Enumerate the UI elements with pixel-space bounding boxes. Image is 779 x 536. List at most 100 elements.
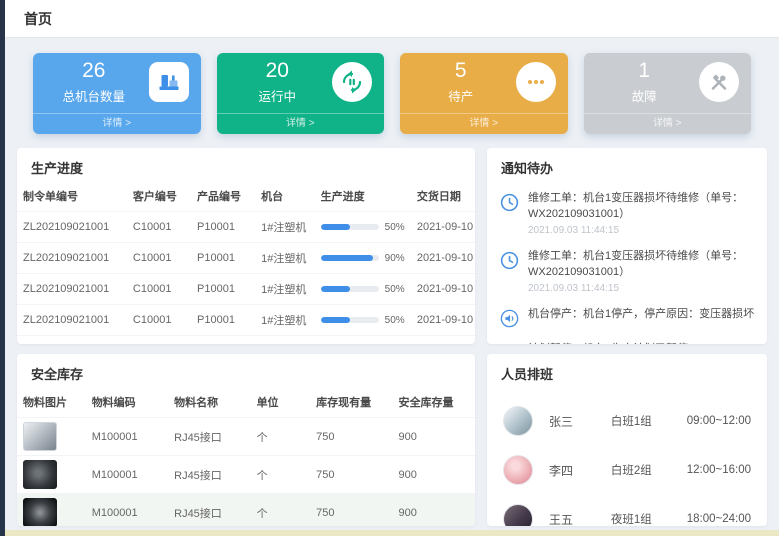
panel-production-progress: 生产进度 制令单编号 客户编号 产品编号 机台 生产进度 交货日期 ZL2021… xyxy=(17,148,475,344)
stat-card-standby[interactable]: 5 待产 详情 > xyxy=(400,53,568,134)
cell-customer-no: C10001 xyxy=(127,243,191,274)
table-row: ZL202109021001 C10001 P10001 1#注塑机 90% 2… xyxy=(17,243,475,274)
stat-value: 1 xyxy=(590,59,700,82)
material-photo xyxy=(23,498,57,526)
stat-value: 5 xyxy=(406,59,516,82)
staff-name: 王五 xyxy=(549,511,611,527)
cell-stock: 750 xyxy=(310,456,392,494)
cell-stock: 750 xyxy=(310,494,392,527)
production-table: 制令单编号 客户编号 产品编号 机台 生产进度 交货日期 ZL202109021… xyxy=(17,183,475,344)
cell-unit: 个 xyxy=(251,456,311,494)
stat-label: 总机台数量 xyxy=(39,86,149,105)
table-header-row: 物料图片 物料编码 物料名称 单位 库存现有量 安全库存量 xyxy=(17,389,475,418)
page-title-tab[interactable]: 首页 xyxy=(24,9,52,29)
table-row: M100001 RJ45接口 个 750 900 xyxy=(17,456,475,494)
column-header: 客户编号 xyxy=(127,183,191,212)
window-left-edge xyxy=(0,0,5,536)
table-row: ZL202109021001 C10001 P10001 1#注塑机 50% 2… xyxy=(17,305,475,336)
machine-icon xyxy=(149,62,189,102)
cell-order-no: ZL202109021001 xyxy=(17,212,127,243)
detail-link[interactable]: 详情 > xyxy=(584,113,752,134)
notification-item[interactable]: 计划暂停：机台1生产计划已暂停 2021.09.03 11:44:15 xyxy=(499,336,755,344)
shift-label: 夜班1组 xyxy=(611,511,687,526)
notification-text: 机台停产：机台1停产，停产原因：变压器损坏 xyxy=(528,307,754,323)
detail-link[interactable]: 详情 > xyxy=(217,113,385,134)
cell-customer-no: C10001 xyxy=(127,305,191,336)
stat-card-fault[interactable]: 1 故障 详情 > xyxy=(584,53,752,134)
stat-value: 20 xyxy=(223,59,333,82)
cell-material-code: M100001 xyxy=(86,494,168,527)
column-header: 库存现有量 xyxy=(310,389,392,418)
cell-progress: 50% xyxy=(315,336,411,345)
cell-safety-stock: 900 xyxy=(393,418,475,456)
clock-icon xyxy=(499,250,520,271)
cell-progress: 90% xyxy=(315,243,411,274)
progress-percent: 50% xyxy=(385,315,405,326)
dashboard-content: 26 总机台数量 详情 > 20 运行中 xyxy=(0,53,779,526)
progress-bar xyxy=(321,255,379,261)
stat-cards-row: 26 总机台数量 详情 > 20 运行中 xyxy=(33,53,751,134)
staff-name: 李四 xyxy=(549,462,611,479)
notification-item[interactable]: 维修工单：机台1变压器损坏待维修（单号：WX202109031001） 2021… xyxy=(499,243,755,301)
stat-card-total-machines[interactable]: 26 总机台数量 详情 > xyxy=(33,53,201,134)
schedule-row: 张三 白班1组 09:00~12:00 xyxy=(503,397,751,446)
column-header: 生产进度 xyxy=(315,183,411,212)
shift-time: 18:00~24:00 xyxy=(687,513,751,525)
detail-link[interactable]: 详情 > xyxy=(400,113,568,134)
cell-progress: 50% xyxy=(315,305,411,336)
cell-progress: 50% xyxy=(315,212,411,243)
staff-avatar xyxy=(503,406,533,436)
panel-title-safety-stock: 安全库存 xyxy=(17,354,475,389)
column-header: 产品编号 xyxy=(191,183,255,212)
column-header: 物料编码 xyxy=(86,389,168,418)
panel-staff-schedule: 人员排班 张三 白班1组 09:00~12:00 李四 白班2组 12:00~1… xyxy=(487,354,767,526)
material-photo xyxy=(23,422,57,451)
schedule-row: 王五 夜班1组 18:00~24:00 xyxy=(503,495,751,526)
panel-notifications: 通知待办 维修工单：机台1变压器损坏待维修（单号：WX202109031001）… xyxy=(487,148,767,344)
staff-avatar xyxy=(503,455,533,485)
schedule-list: 张三 白班1组 09:00~12:00 李四 白班2组 12:00~16:00 … xyxy=(487,389,767,526)
progress-bar xyxy=(321,224,379,230)
staff-avatar xyxy=(503,504,533,526)
cell-material-name: RJ45接口 xyxy=(168,456,250,494)
schedule-row: 李四 白班2组 12:00~16:00 xyxy=(503,446,751,495)
cell-safety-stock: 900 xyxy=(393,494,475,527)
cell-delivery-date: 2021-09-10 xyxy=(411,274,475,305)
column-header: 单位 xyxy=(251,389,311,418)
cell-order-no: ZL202109021001 xyxy=(17,243,127,274)
speaker-icon xyxy=(499,343,520,344)
cell-material-code: M100001 xyxy=(86,456,168,494)
topbar: 首页 xyxy=(0,0,779,38)
cell-order-no: ZL202109021001 xyxy=(17,305,127,336)
window-bottom-edge xyxy=(5,530,779,536)
column-header: 交货日期 xyxy=(411,183,475,212)
stat-card-running[interactable]: 20 运行中 详情 > xyxy=(217,53,385,134)
notification-text: 维修工单：机台1变压器损坏待维修（单号：WX202109031001） xyxy=(528,191,755,223)
stat-label: 运行中 xyxy=(223,86,333,105)
table-row: M100001 RJ45接口 个 750 900 xyxy=(17,494,475,527)
notification-item[interactable]: 机台停产：机台1停产，停产原因：变压器损坏 xyxy=(499,301,755,336)
notification-list: 维修工单：机台1变压器损坏待维修（单号：WX202109031001） 2021… xyxy=(487,183,767,344)
cell-customer-no: C10001 xyxy=(127,336,191,345)
table-row: M100001 RJ45接口 个 750 900 xyxy=(17,418,475,456)
notification-item[interactable]: 维修工单：机台1变压器损坏待维修（单号：WX202109031001） 2021… xyxy=(499,185,755,243)
cell-material-name: RJ45接口 xyxy=(168,494,250,527)
progress-percent: 50% xyxy=(385,284,405,295)
progress-bar xyxy=(321,286,379,292)
table-row: ZL202109021001 C10001 P10001 1#注塑机 50% 2… xyxy=(17,336,475,345)
running-icon xyxy=(332,62,372,102)
notification-text: 维修工单：机台1变压器损坏待维修（单号：WX202109031001） xyxy=(528,249,755,281)
cell-product-no: P10001 xyxy=(191,305,255,336)
detail-link[interactable]: 详情 > xyxy=(33,113,201,134)
cell-material-name: RJ45接口 xyxy=(168,418,250,456)
fault-tools-icon xyxy=(699,62,739,102)
cell-machine: 1#注塑机 xyxy=(255,274,315,305)
cell-machine: 1#注塑机 xyxy=(255,305,315,336)
material-photo xyxy=(23,460,57,489)
shift-time: 12:00~16:00 xyxy=(687,464,751,476)
column-header: 机台 xyxy=(255,183,315,212)
cell-product-no: P10001 xyxy=(191,212,255,243)
progress-percent: 50% xyxy=(385,222,405,233)
standby-ellipsis-icon xyxy=(516,62,556,102)
column-header: 物料图片 xyxy=(17,389,86,418)
